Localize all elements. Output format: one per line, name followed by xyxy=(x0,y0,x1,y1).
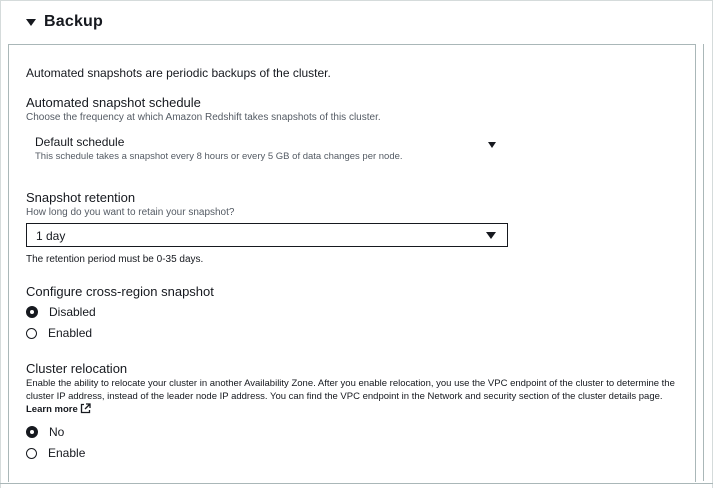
left-divider xyxy=(0,0,1,488)
radio-button-icon[interactable] xyxy=(26,447,37,459)
relocation-enable-option[interactable]: Enable xyxy=(26,446,85,460)
radio-button-icon[interactable] xyxy=(26,426,38,438)
retention-constraint: The retention period must be 0-35 days. xyxy=(26,254,204,265)
top-divider xyxy=(0,0,713,1)
radio-label: No xyxy=(49,425,65,439)
caret-down-icon xyxy=(26,18,36,26)
retention-description: How long do you want to retain your snap… xyxy=(26,207,235,218)
schedule-selected-name: Default schedule xyxy=(35,135,125,149)
radio-button-icon[interactable] xyxy=(26,327,37,339)
schedule-description: Choose the frequency at which Amazon Red… xyxy=(26,112,381,123)
radio-label: Enabled xyxy=(48,326,93,340)
radio-button-icon[interactable] xyxy=(26,306,38,318)
relocation-label: Cluster relocation xyxy=(26,361,128,376)
retention-selected-value: 1 day xyxy=(36,229,66,243)
bottom-divider xyxy=(0,483,713,484)
retention-label: Snapshot retention xyxy=(26,190,136,205)
external-link-icon xyxy=(80,403,91,418)
cross-region-disabled-option[interactable]: Disabled xyxy=(26,305,96,319)
schedule-select[interactable]: Default schedule This schedule takes a s… xyxy=(26,128,506,166)
backup-intro-text: Automated snapshots are periodic backups… xyxy=(26,66,331,80)
caret-down-icon xyxy=(486,232,496,239)
cross-region-enabled-option[interactable]: Enabled xyxy=(26,326,92,340)
cross-region-label: Configure cross-region snapshot xyxy=(26,284,214,299)
learn-more-label: Learn more xyxy=(26,404,78,415)
radio-label: Disabled xyxy=(49,305,96,319)
caret-down-icon[interactable] xyxy=(488,142,496,148)
radio-label: Enable xyxy=(48,446,86,460)
relocation-description: Enable the ability to relocate your clus… xyxy=(26,377,686,418)
schedule-selected-description: This schedule takes a snapshot every 8 h… xyxy=(35,151,403,162)
retention-select[interactable]: 1 day xyxy=(26,223,508,247)
section-title: Backup xyxy=(44,13,103,30)
relocation-description-text: Enable the ability to relocate your clus… xyxy=(26,378,675,402)
relocation-no-option[interactable]: No xyxy=(26,425,64,439)
panel-right-border xyxy=(703,44,704,481)
learn-more-link[interactable]: Learn more xyxy=(26,403,91,418)
backup-section-toggle[interactable]: Backup xyxy=(26,10,103,34)
schedule-label: Automated snapshot schedule xyxy=(26,95,201,110)
